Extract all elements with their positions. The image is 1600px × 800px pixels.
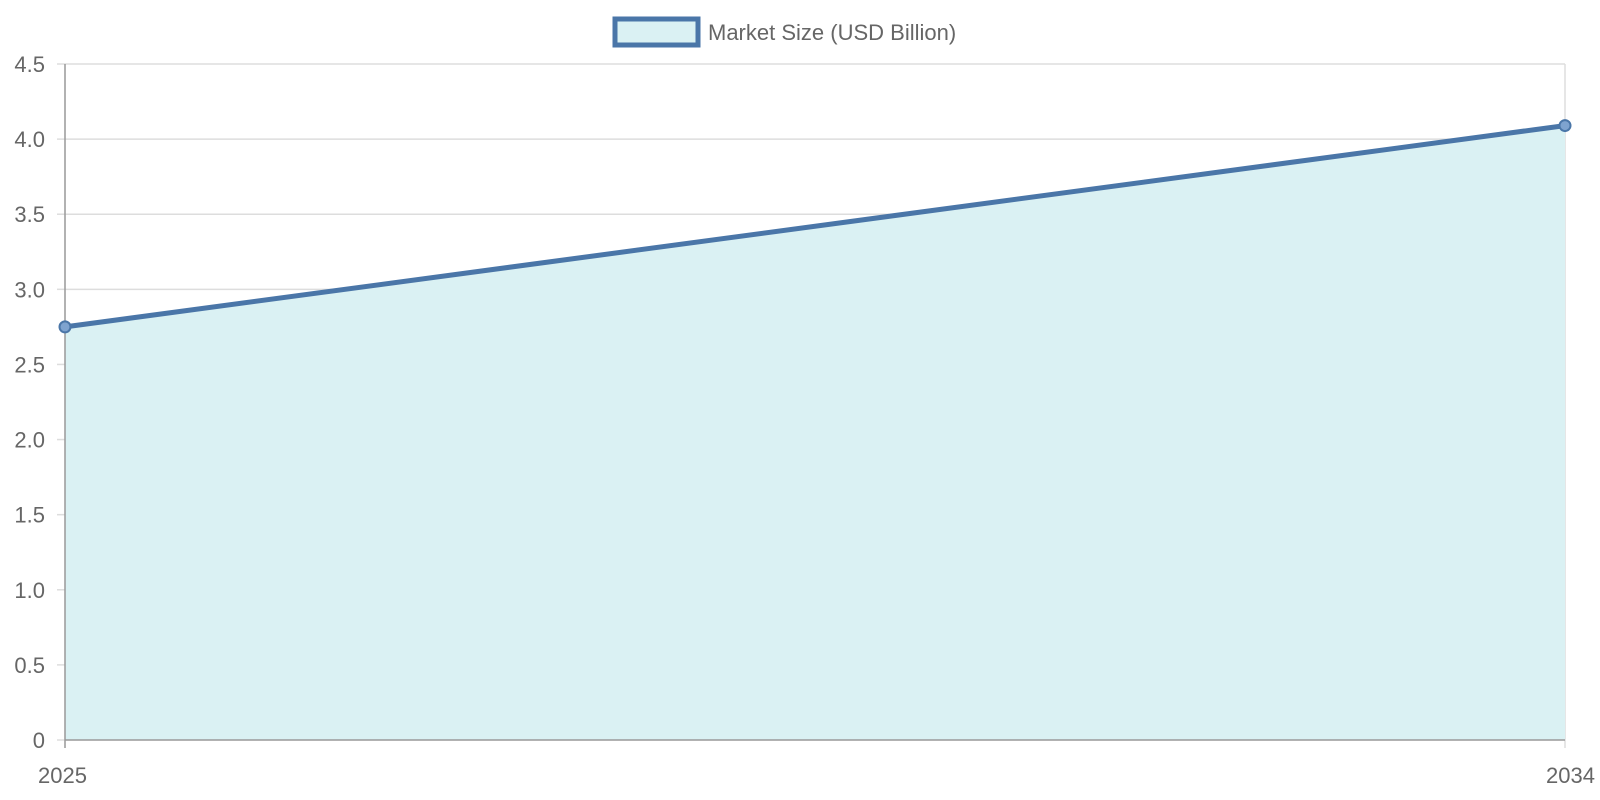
series-area-layer: [62, 123, 1568, 740]
legend[interactable]: Market Size (USD Billion): [612, 16, 956, 48]
data-point[interactable]: [58, 320, 72, 334]
y-tick-label: 1.5: [14, 503, 45, 528]
legend-swatch[interactable]: [612, 16, 701, 48]
y-tick-label: 4.0: [14, 127, 45, 152]
chart-container: 0 0.5 1.0 1.5 2.0 2.5 3.0 3.5 4.0 4.5 2025 2034 Ma…: [0, 0, 1600, 800]
data-point[interactable]: [1558, 119, 1572, 133]
y-tick-label: 4.5: [14, 52, 45, 77]
x-tick-label: 2025: [38, 763, 87, 788]
y-tick-label: 0: [33, 728, 45, 753]
y-tick-label: 2.5: [14, 352, 45, 377]
x-tick-label: 2034: [1546, 763, 1595, 788]
y-axis-tick-labels: 0 0.5 1.0 1.5 2.0 2.5 3.0 3.5 4.0 4.5: [14, 52, 45, 753]
series-area-fill: [65, 125, 1565, 740]
market-size-area-chart: 0 0.5 1.0 1.5 2.0 2.5 3.0 3.5 4.0 4.5 2025 2034 Ma…: [14, 16, 1595, 788]
x-axis-tick-labels: 2025 2034: [38, 763, 1595, 788]
y-tick-label: 0.5: [14, 653, 45, 678]
y-tick-label: 1.0: [14, 578, 45, 603]
y-tick-label: 3.5: [14, 202, 45, 227]
legend-label[interactable]: Market Size (USD Billion): [708, 20, 956, 45]
y-tick-label: 3.0: [14, 277, 45, 302]
y-tick-label: 2.0: [14, 428, 45, 453]
